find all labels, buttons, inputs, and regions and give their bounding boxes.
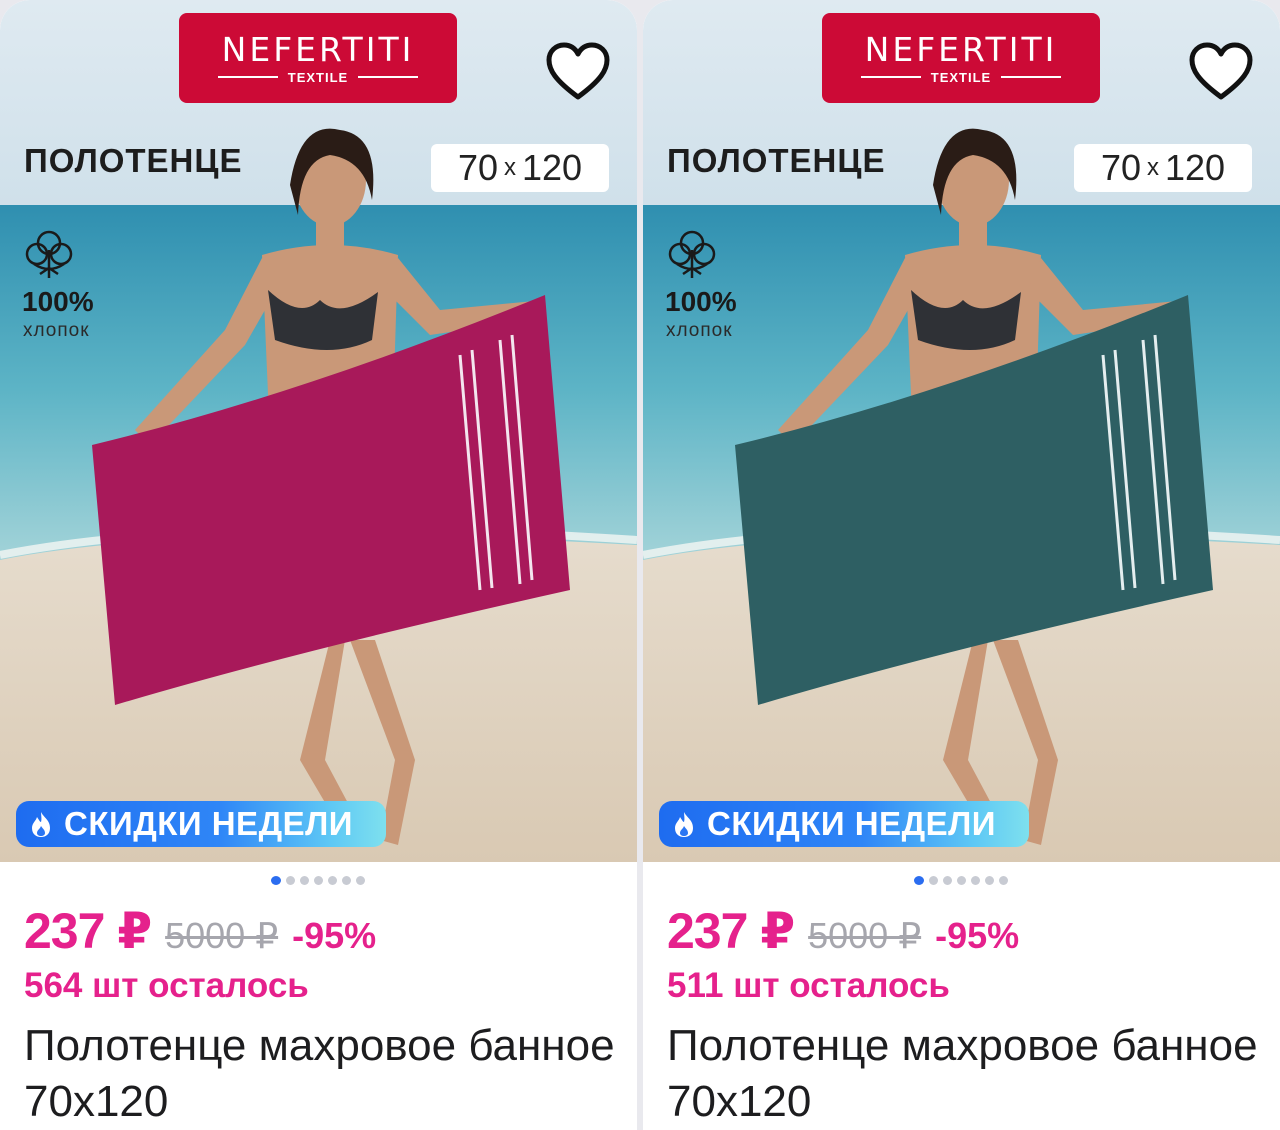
discount-percent: -95%	[935, 915, 1020, 956]
brand-subtitle: TEXTILE	[217, 70, 419, 85]
cotton-icon	[25, 230, 73, 278]
stock-remaining: 564 шт осталось	[24, 966, 309, 1005]
promo-badge[interactable]: СКИДКИ НЕДЕЛИ	[16, 801, 386, 847]
brand-name: NEFERTITI	[221, 29, 415, 69]
product-grid: NEFERTITI TEXTILE ПОЛОТЕНЦЕ 70 x 120 100…	[0, 0, 1280, 1130]
old-price: 5000 ₽	[808, 915, 922, 956]
heart-outline-icon	[1189, 42, 1253, 100]
carousel-indicator	[271, 876, 365, 885]
carousel-dot[interactable]	[957, 876, 966, 885]
flame-icon	[675, 812, 693, 837]
image-title: ПОЛОТЕНЦЕ	[24, 142, 243, 179]
product-card[interactable]: NEFERTITI TEXTILE ПОЛОТЕНЦЕ 70 x 120 100…	[643, 0, 1280, 1130]
carousel-dot[interactable]	[985, 876, 994, 885]
beach-photo	[0, 0, 637, 862]
carousel-dot[interactable]	[286, 876, 295, 885]
current-price: 237 ₽	[667, 903, 795, 959]
carousel-dot[interactable]	[929, 876, 938, 885]
discount-percent: -95%	[292, 915, 377, 956]
carousel-dot[interactable]	[914, 876, 924, 885]
brand-logo: NEFERTITI TEXTILE	[179, 13, 457, 103]
current-price: 237 ₽	[24, 903, 152, 959]
price-row: 237 ₽ 5000 ₽ -95%	[24, 902, 376, 960]
carousel-dot[interactable]	[971, 876, 980, 885]
promo-label: СКИДКИ НЕДЕЛИ	[707, 805, 996, 842]
carousel-dot[interactable]	[342, 876, 351, 885]
product-name[interactable]: Полотенце махровое банное 70х120	[667, 1018, 1267, 1130]
promo-badge[interactable]: СКИДКИ НЕДЕЛИ	[659, 801, 1029, 847]
carousel-dot[interactable]	[314, 876, 323, 885]
cotton-label: хлопок	[23, 320, 90, 341]
price-row: 237 ₽ 5000 ₽ -95%	[667, 902, 1019, 960]
product-image[interactable]: NEFERTITI TEXTILE ПОЛОТЕНЦЕ 70 x 120 100…	[643, 0, 1280, 862]
favorite-button[interactable]	[1188, 42, 1254, 102]
cotton-percent: 100%	[665, 286, 737, 317]
size-badge: 70 x 120	[431, 144, 609, 192]
product-card[interactable]: NEFERTITI TEXTILE ПОЛОТЕНЦЕ 70 x 120 100…	[0, 0, 637, 1130]
carousel-dot[interactable]	[271, 876, 281, 885]
product-name[interactable]: Полотенце махровое банное 70х120	[24, 1018, 624, 1130]
flame-icon	[32, 812, 50, 837]
brand-subtitle: TEXTILE	[860, 70, 1062, 85]
beach-photo	[643, 0, 1280, 862]
promo-label: СКИДКИ НЕДЕЛИ	[64, 805, 353, 842]
carousel-dot[interactable]	[943, 876, 952, 885]
favorite-button[interactable]	[545, 42, 611, 102]
carousel-indicator	[914, 876, 1008, 885]
old-price: 5000 ₽	[165, 915, 279, 956]
heart-outline-icon	[546, 42, 610, 100]
carousel-dot[interactable]	[328, 876, 337, 885]
cotton-label: хлопок	[666, 320, 733, 341]
size-badge: 70 x 120	[1074, 144, 1252, 192]
carousel-dot[interactable]	[300, 876, 309, 885]
brand-logo: NEFERTITI TEXTILE	[822, 13, 1100, 103]
cotton-percent: 100%	[22, 286, 94, 317]
carousel-dot[interactable]	[999, 876, 1008, 885]
stock-remaining: 511 шт осталось	[667, 966, 950, 1005]
image-title: ПОЛОТЕНЦЕ	[667, 142, 886, 179]
carousel-dot[interactable]	[356, 876, 365, 885]
product-image[interactable]: NEFERTITI TEXTILE ПОЛОТЕНЦЕ 70 x 120 100…	[0, 0, 637, 862]
cotton-icon	[668, 230, 716, 278]
brand-name: NEFERTITI	[864, 29, 1058, 69]
